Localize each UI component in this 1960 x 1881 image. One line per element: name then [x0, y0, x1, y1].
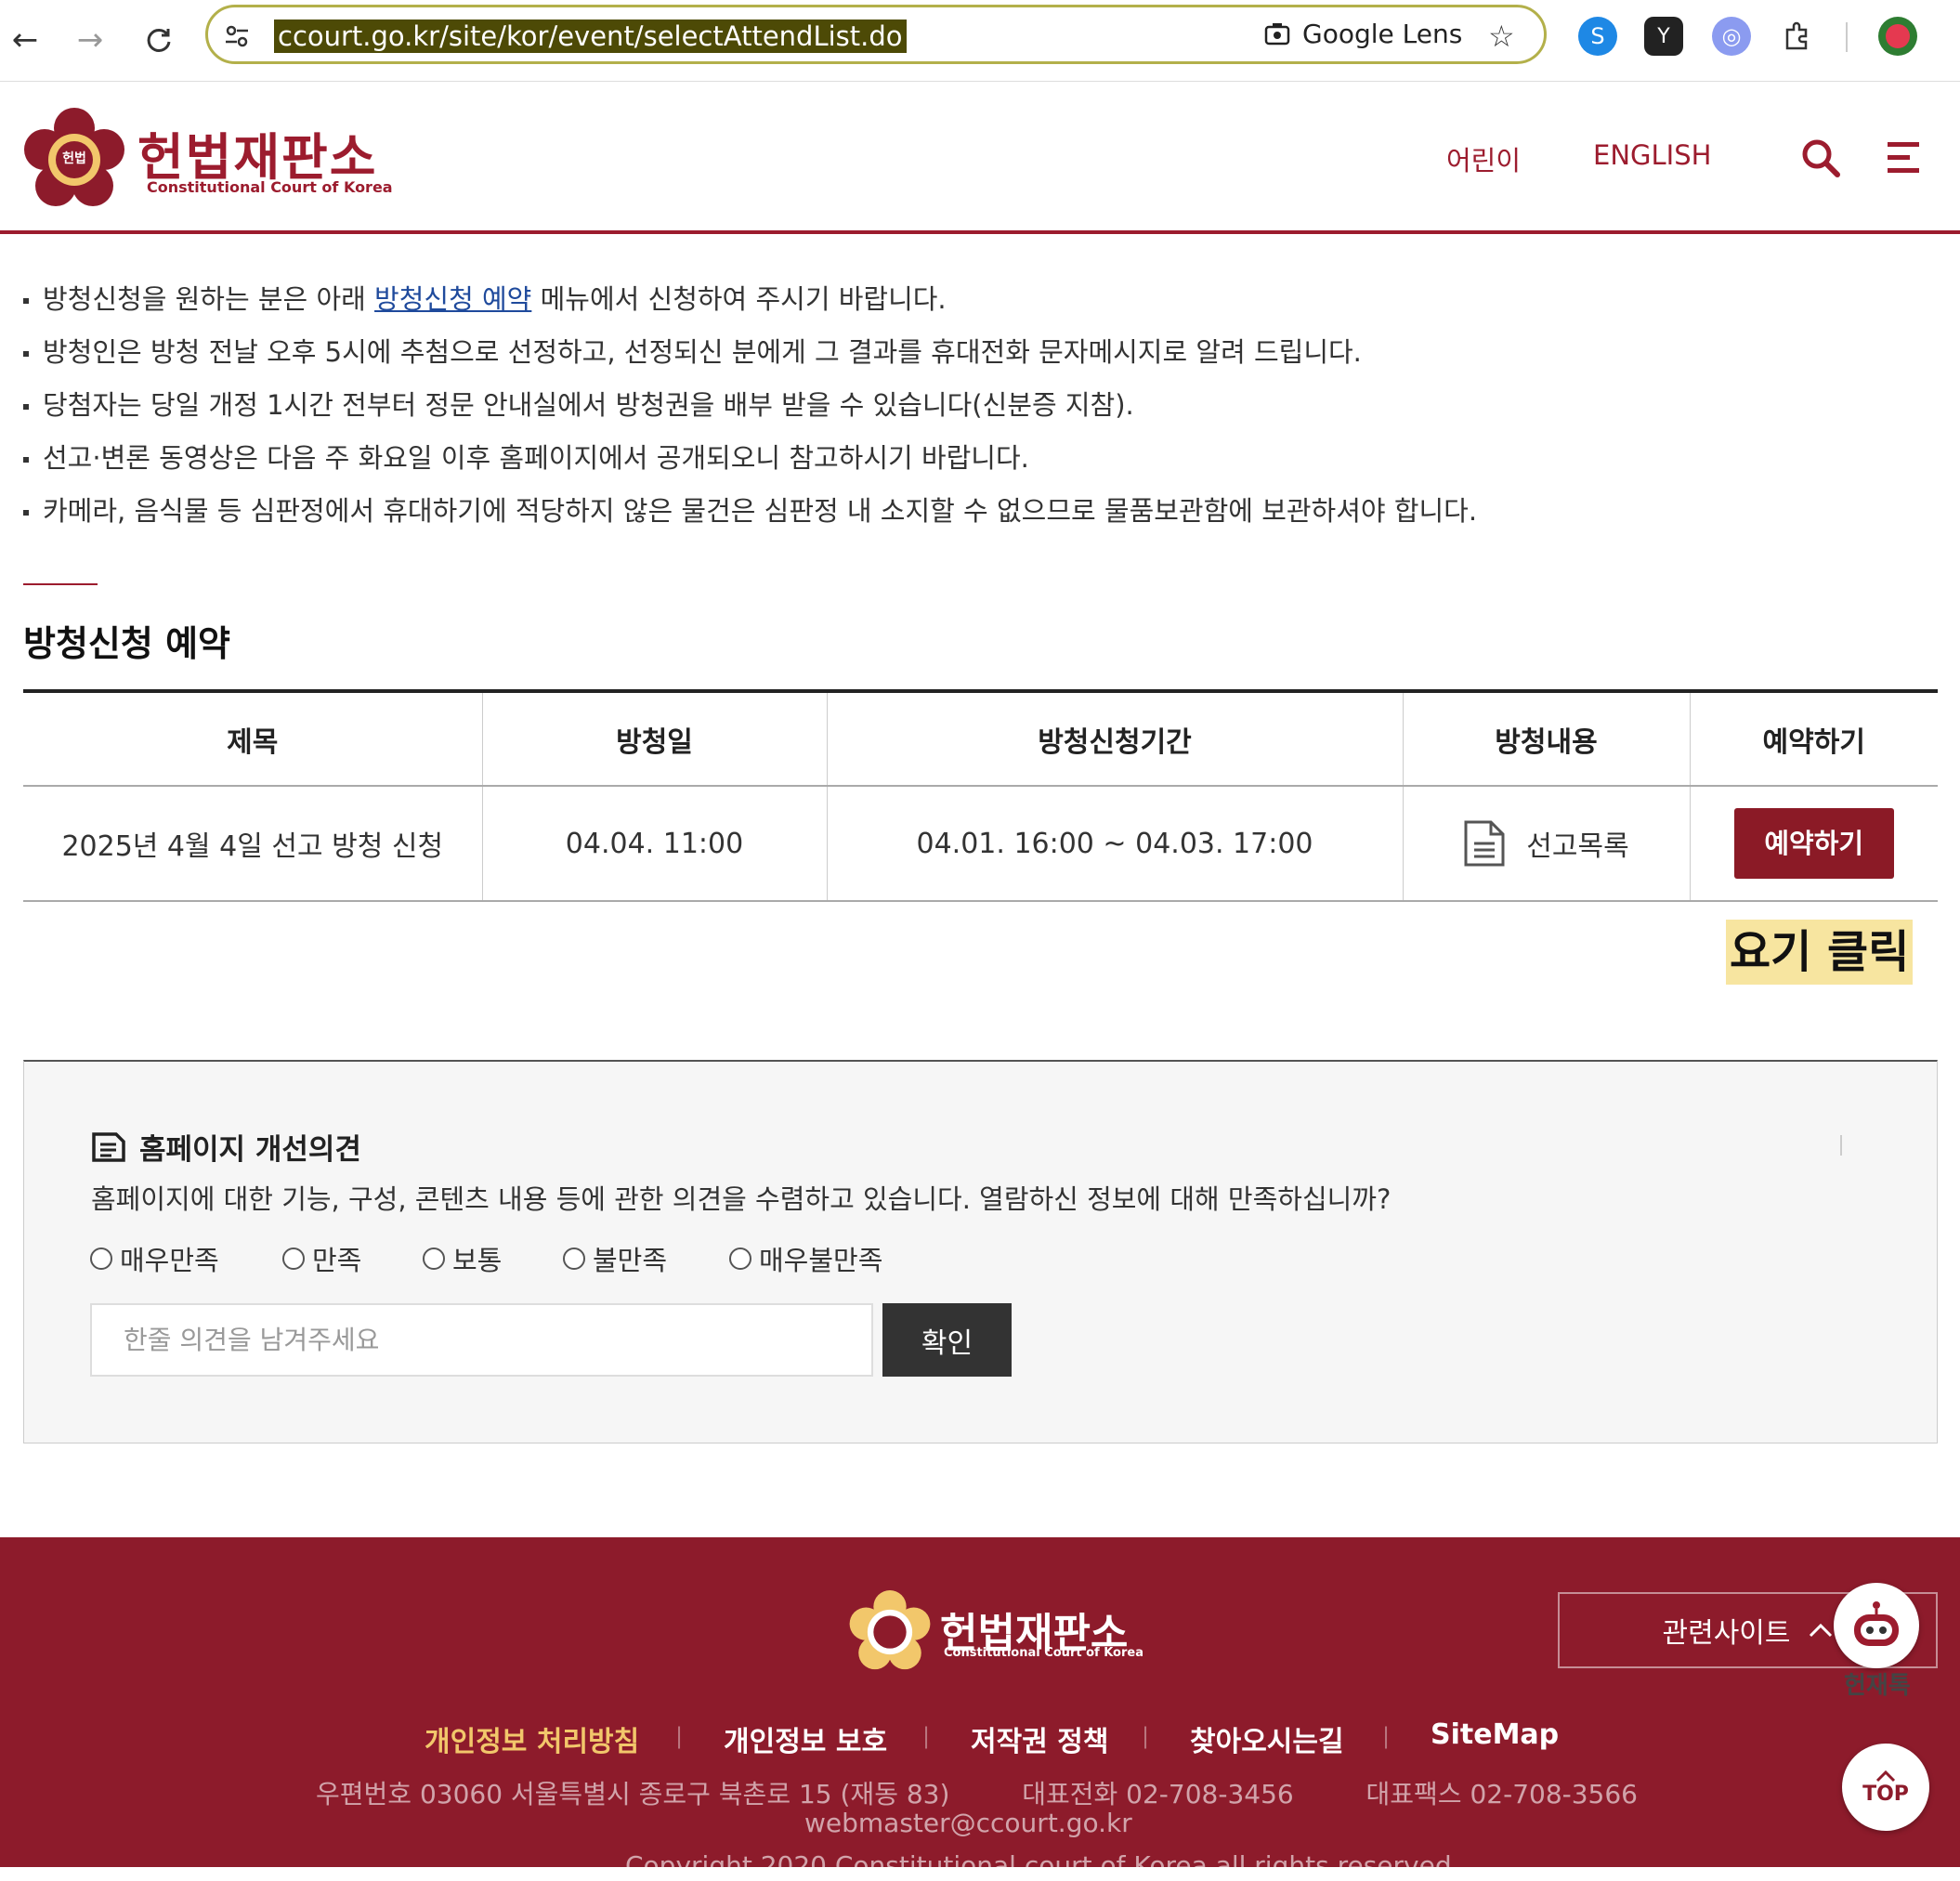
radio-label: 매우불만족 — [759, 1245, 883, 1276]
footer-copyright: Copyright 2020 Constitutional court of K… — [625, 1850, 1452, 1881]
footer-fax: 대표팩스 02-708-3566 — [1365, 1779, 1638, 1809]
related-sites-label: 관련사이트 — [1662, 1617, 1791, 1650]
court-emblem-logo[interactable]: 헌법 — [22, 108, 126, 212]
notice-text: 방청신청을 원하는 분은 아래 — [43, 283, 375, 315]
forward-icon[interactable]: → — [67, 17, 113, 63]
footer-logo-subtitle: Constitutional Court of Korea — [944, 1646, 1143, 1660]
feedback-title: 홈페이지 개선의견 — [91, 1126, 361, 1168]
cell-action: 예약하기 — [1690, 786, 1938, 902]
cell-date: 04.04. 11:00 — [482, 786, 828, 902]
scroll-top-label: TOP — [1862, 1782, 1909, 1806]
notice-list: 방청신청을 원하는 분은 아래 방청신청 예약 메뉴에서 신청하여 주시기 바랍… — [20, 279, 1477, 543]
toolbar-divider — [1846, 22, 1848, 52]
extension-yc-icon[interactable]: Y — [1644, 17, 1683, 56]
privacy-policy-link[interactable]: 개인정보 처리방침 — [425, 1718, 639, 1759]
back-icon[interactable]: ← — [2, 17, 48, 63]
bookmark-star-icon[interactable]: ☆ — [1488, 19, 1515, 54]
radio-circle[interactable] — [423, 1247, 445, 1270]
column-header-content: 방청내용 — [1403, 691, 1691, 787]
sitemap-link[interactable]: SiteMap — [1431, 1718, 1559, 1751]
radio-label: 만족 — [312, 1245, 362, 1276]
footer-link-separator: | — [1382, 1723, 1391, 1749]
notice-item: 방청인은 방청 전날 오후 5시에 추첨으로 선정하고, 선정되신 분에게 그 … — [20, 332, 1477, 385]
feedback-divider — [1840, 1135, 1842, 1156]
column-header-period: 방청신청기간 — [827, 691, 1404, 787]
directions-link[interactable]: 찾아오시는길 — [1190, 1718, 1344, 1759]
radio-very-satisfied[interactable]: 매우만족 — [90, 1239, 219, 1278]
feedback-description: 홈페이지에 대한 기능, 구성, 콘텐츠 내용 등에 관한 의견을 수렴하고 있… — [91, 1183, 1392, 1215]
section-accent-line — [23, 583, 98, 585]
radio-very-dissatisfied[interactable]: 매우불만족 — [729, 1239, 882, 1278]
copyright-policy-link[interactable]: 저작권 정책 — [971, 1718, 1108, 1759]
site-logo-subtitle: Constitutional Court of Korea — [147, 178, 393, 196]
cell-period: 04.01. 16:00 ~ 04.03. 17:00 — [827, 786, 1404, 902]
notice-text: 메뉴에서 신청하여 주시기 바랍니다. — [531, 283, 947, 315]
radio-label: 매우만족 — [120, 1245, 219, 1276]
english-link[interactable]: ENGLISH — [1593, 139, 1711, 171]
google-lens-label: Google Lens — [1302, 19, 1463, 49]
radio-neutral[interactable]: 보통 — [423, 1239, 502, 1278]
cell-title: 2025년 4월 4일 선고 방청 신청 — [23, 786, 483, 902]
document-icon — [1464, 820, 1505, 867]
footer-address: 우편번호 03060 서울특별시 종로구 북촌로 15 (재동 83) — [316, 1779, 950, 1809]
search-icon[interactable] — [1800, 137, 1841, 182]
footer-link-separator: | — [1142, 1723, 1150, 1749]
hamburger-menu-icon[interactable] — [1886, 139, 1923, 180]
column-header-date: 방청일 — [482, 691, 828, 787]
feedback-submit-button[interactable]: 확인 — [882, 1303, 1012, 1377]
footer-link-separator: | — [922, 1723, 931, 1749]
reservation-anchor-link[interactable]: 방청신청 예약 — [374, 283, 531, 315]
extension-search-icon[interactable]: ◎ — [1712, 17, 1751, 56]
kids-link[interactable]: 어린이 — [1446, 139, 1521, 178]
footer-contact: 우편번호 03060 서울특별시 종로구 북촌로 15 (재동 83) 대표전화… — [316, 1774, 1638, 1811]
footer-link-separator: | — [675, 1723, 684, 1749]
notice-item: 방청신청을 원하는 분은 아래 방청신청 예약 메뉴에서 신청하여 주시기 바랍… — [20, 279, 1477, 332]
url-text[interactable]: ccourt.go.kr/site/kor/event/selectAttend… — [274, 20, 907, 53]
extensions-puzzle-icon[interactable] — [1782, 19, 1815, 56]
reservation-table: 제목 방청일 방청신청기간 방청내용 예약하기 2025년 4월 4일 선고 방… — [23, 689, 1938, 902]
notice-item: 당첨자는 당일 개정 1시간 전부터 정문 안내실에서 방청권을 배부 받을 수… — [20, 385, 1477, 438]
cell-content[interactable]: 선고목록 — [1403, 786, 1691, 902]
footer-emblem-logo — [848, 1590, 932, 1674]
click-here-annotation: 요기 클릭 — [1726, 920, 1914, 985]
profile-avatar[interactable] — [1878, 17, 1917, 56]
radio-circle[interactable] — [282, 1247, 305, 1270]
column-header-reserve: 예약하기 — [1690, 691, 1938, 787]
verdict-list-label: 선고목록 — [1526, 830, 1629, 863]
memo-icon — [92, 1131, 125, 1162]
chatbot-button[interactable] — [1834, 1583, 1919, 1668]
reload-icon[interactable] — [136, 17, 182, 63]
camera-icon — [1264, 22, 1290, 45]
footer-phone: 대표전화 02-708-3456 — [1022, 1779, 1294, 1809]
notice-item: 카메라, 음식물 등 심판정에서 휴대하기에 적당하지 않은 물건은 심판정 내… — [20, 490, 1477, 543]
radio-circle[interactable] — [90, 1247, 112, 1270]
radio-dissatisfied[interactable]: 불만족 — [563, 1239, 667, 1278]
radio-label: 보통 — [452, 1245, 503, 1276]
radio-satisfied[interactable]: 만족 — [282, 1239, 361, 1278]
chatbot-label: 헌재톡 — [1844, 1672, 1911, 1700]
feedback-title-text: 홈페이지 개선의견 — [139, 1133, 361, 1167]
radio-circle[interactable] — [563, 1247, 585, 1270]
reserve-button[interactable]: 예약하기 — [1733, 808, 1894, 879]
extension-shazam-icon[interactable]: S — [1578, 17, 1617, 56]
footer-email[interactable]: webmaster@ccourt.go.kr — [804, 1808, 1132, 1838]
robot-icon — [1854, 1601, 1899, 1646]
chevron-up-icon — [1875, 1770, 1896, 1782]
column-header-title: 제목 — [23, 691, 483, 787]
google-lens-button[interactable]: Google Lens — [1263, 19, 1462, 49]
verdict-list-link[interactable]: 선고목록 — [1405, 819, 1689, 868]
radio-circle[interactable] — [729, 1247, 751, 1270]
table-header-row: 제목 방청일 방청신청기간 방청내용 예약하기 — [23, 691, 1938, 787]
scroll-top-button[interactable]: TOP — [1842, 1744, 1929, 1831]
emblem-text: 헌법 — [62, 151, 86, 166]
table-row: 2025년 4월 4일 선고 방청 신청 04.04. 11:00 04.01.… — [23, 786, 1938, 902]
site-info-icon[interactable] — [223, 22, 251, 54]
chevron-up-icon — [1809, 1623, 1832, 1638]
privacy-protection-link[interactable]: 개인정보 보호 — [724, 1718, 887, 1759]
section-title: 방청신청 예약 — [23, 623, 230, 664]
feedback-input[interactable] — [90, 1303, 873, 1377]
notice-item: 선고·변론 동영상은 다음 주 화요일 이후 홈페이지에서 공개되오니 참고하시… — [20, 438, 1477, 490]
radio-label: 불만족 — [593, 1245, 668, 1276]
